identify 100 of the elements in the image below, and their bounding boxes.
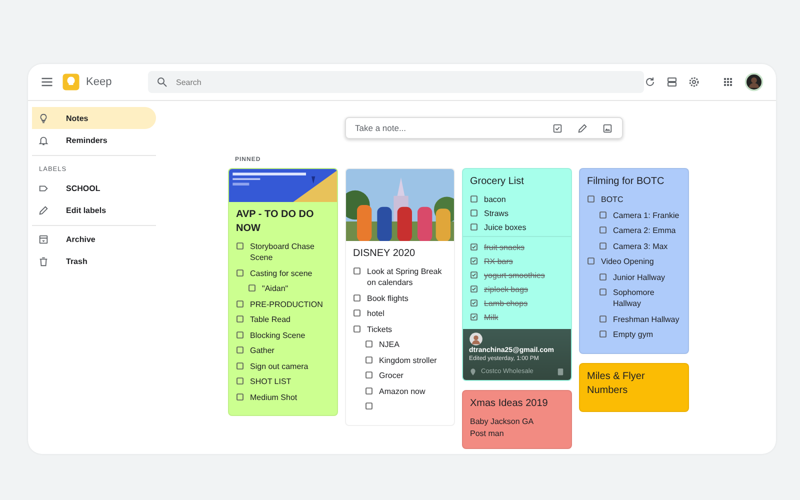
list-item-text: PRE-PRODUCTION: [250, 298, 323, 310]
list-item-text: fruit snacks: [484, 242, 524, 253]
checkbox-icon[interactable]: [236, 392, 244, 400]
checked-box-icon[interactable]: [470, 313, 478, 321]
bulb-icon: [38, 112, 49, 124]
list-view-icon[interactable]: [666, 76, 678, 88]
checkbox-icon[interactable]: [587, 195, 595, 203]
checkbox-icon[interactable]: [236, 268, 244, 276]
pencil-icon[interactable]: [577, 122, 588, 134]
list-item-text: Camera 3: Max: [613, 240, 668, 252]
bulb-logo-icon: [62, 73, 80, 91]
checked-box-icon[interactable]: [470, 285, 478, 293]
refresh-icon[interactable]: [644, 76, 656, 88]
checkbox-icon[interactable]: [599, 288, 607, 296]
checkbox-icon[interactable]: [353, 324, 361, 332]
apps-icon[interactable]: [722, 76, 734, 88]
list-item-text: Casting for scene: [250, 268, 312, 278]
list-item-text: Kingdom stroller: [379, 354, 437, 366]
list-item-text: Sign out camera: [250, 360, 308, 372]
checkbox-icon[interactable]: [236, 242, 244, 250]
checkbox-icon[interactable]: [599, 314, 607, 322]
checkbox-icon[interactable]: [236, 362, 244, 370]
note-title: Filming for BOTC: [587, 175, 666, 189]
note-card[interactable]: AVP - TO DO DO NOW Storyboard Chase Scene Casting for scene "Aidan" PRE-PRODUCTION Table Read Blocking Scene Gather Sign out camera SHOT LIST Medium Shot: [228, 168, 338, 416]
checkbox-icon[interactable]: [470, 223, 478, 231]
sidebar-item[interactable]: SCHOOL: [32, 177, 156, 199]
checkbox-icon[interactable]: [365, 371, 373, 379]
note-title: AVP - TO DO DO NOW: [236, 208, 315, 236]
checkbox-icon[interactable]: [470, 209, 478, 217]
checkbox-icon[interactable]: [353, 267, 361, 275]
avatar-icon: [469, 332, 483, 346]
note-title: Xmas Ideas 2019: [470, 397, 549, 411]
list-item-text: "Aidan": [262, 283, 288, 294]
list-item-text: Milk: [484, 312, 498, 323]
note-card[interactable]: Xmas Ideas 2019 Baby Jackson GA Post man: [462, 390, 572, 449]
list-item-text: Grocer: [379, 370, 404, 381]
checked-box-icon[interactable]: [470, 257, 478, 265]
checkbox-icon[interactable]: [236, 346, 244, 354]
sidebar-item[interactable]: Notes: [32, 107, 156, 129]
location-pin-icon: [469, 368, 477, 376]
checked-box-icon[interactable]: [470, 271, 478, 279]
note-title: DISNEY 2020: [353, 247, 416, 261]
checkbox-icon[interactable]: [236, 377, 244, 385]
checkbox-icon[interactable]: [353, 309, 361, 317]
menu-icon[interactable]: [40, 75, 54, 89]
list-item-text: Storyboard Chase Scene: [250, 241, 316, 263]
checkbox-icon[interactable]: [236, 330, 244, 338]
list-item-text: Juice boxes: [484, 222, 526, 233]
list-item-text: Straws: [484, 208, 508, 219]
list-item-text: yogurt smoothies: [484, 270, 545, 281]
list-item-text: ziplock bags: [484, 284, 528, 295]
checkbox-icon[interactable]: [365, 402, 373, 410]
checkbox-icon[interactable]: [365, 386, 373, 394]
checkbox-icon[interactable]: [248, 284, 256, 292]
checkbox-icon[interactable]: [599, 330, 607, 338]
checkbox-icon[interactable]: [587, 257, 595, 265]
checkbox-icon[interactable]: [236, 315, 244, 323]
checkbox-icon[interactable]: [365, 356, 373, 364]
checked-box-icon[interactable]: [470, 243, 478, 251]
checked-box-icon[interactable]: [470, 299, 478, 307]
list-item-text: SHOT LIST: [250, 376, 292, 387]
pencil-icon: [38, 204, 49, 216]
list-item-text: NJEA: [379, 339, 400, 350]
search-field[interactable]: Search: [148, 71, 644, 93]
take-note-field[interactable]: Take a note...: [345, 117, 623, 139]
note-card[interactable]: Miles & Flyer Numbers: [579, 362, 689, 412]
note-text: Baby Jackson GA: [470, 416, 535, 428]
settings-icon[interactable]: [688, 76, 700, 88]
avatar-icon[interactable]: [744, 72, 764, 92]
list-item-text: Medium Shot: [250, 392, 298, 402]
checkbox-icon[interactable]: [552, 122, 563, 134]
list-item-text: Freshman Hallway: [613, 314, 680, 324]
list-item-text: hotel: [367, 308, 384, 319]
search-icon[interactable]: [156, 76, 168, 88]
sidebar-item[interactable]: Reminders: [32, 129, 156, 151]
sidebar-item[interactable]: Trash: [32, 250, 156, 272]
image-icon[interactable]: [602, 122, 613, 134]
list-item-text: BOTC: [601, 194, 624, 205]
sidebar-item[interactable]: Archive: [32, 228, 156, 250]
note-card[interactable]: Filming for BOTC BOTC Camera 1: Frankie Camera 2: Emma Camera 3: Max Video Opening Junior Hallway Sophomore Hallway Freshman Hallway Empty gym: [579, 168, 689, 354]
checkbox-icon[interactable]: [353, 294, 361, 302]
checkbox-icon[interactable]: [599, 272, 607, 280]
clipboard-icon: [556, 367, 565, 376]
note-card[interactable]: DISNEY 2020 Look at Spring Break on calendars Book flights hotel Tickets NJEA Kingdom stroller Grocer Amazon now: [345, 168, 455, 426]
list-item-text: Amazon now: [379, 386, 426, 396]
checkbox-icon[interactable]: [236, 300, 244, 308]
sidebar-item[interactable]: Edit labels: [32, 199, 156, 221]
checkbox-icon[interactable]: [599, 210, 607, 218]
list-item-text: Lamb chops: [484, 298, 528, 309]
checkbox-icon[interactable]: [365, 340, 373, 348]
list-item-text: Gather: [250, 345, 274, 356]
list-item-text: Tickets: [367, 324, 392, 334]
checkbox-icon[interactable]: [599, 226, 607, 234]
checkbox-icon[interactable]: [599, 242, 607, 250]
list-item-text: Junior Hallway: [613, 272, 666, 282]
list-item-text: Book flights: [367, 292, 408, 304]
list-item-text: Look at Spring Break on calendars: [367, 266, 443, 288]
checkbox-icon[interactable]: [470, 195, 478, 203]
trash-icon: [38, 256, 49, 266]
list-item-text: Camera 1: Frankie: [613, 210, 680, 220]
